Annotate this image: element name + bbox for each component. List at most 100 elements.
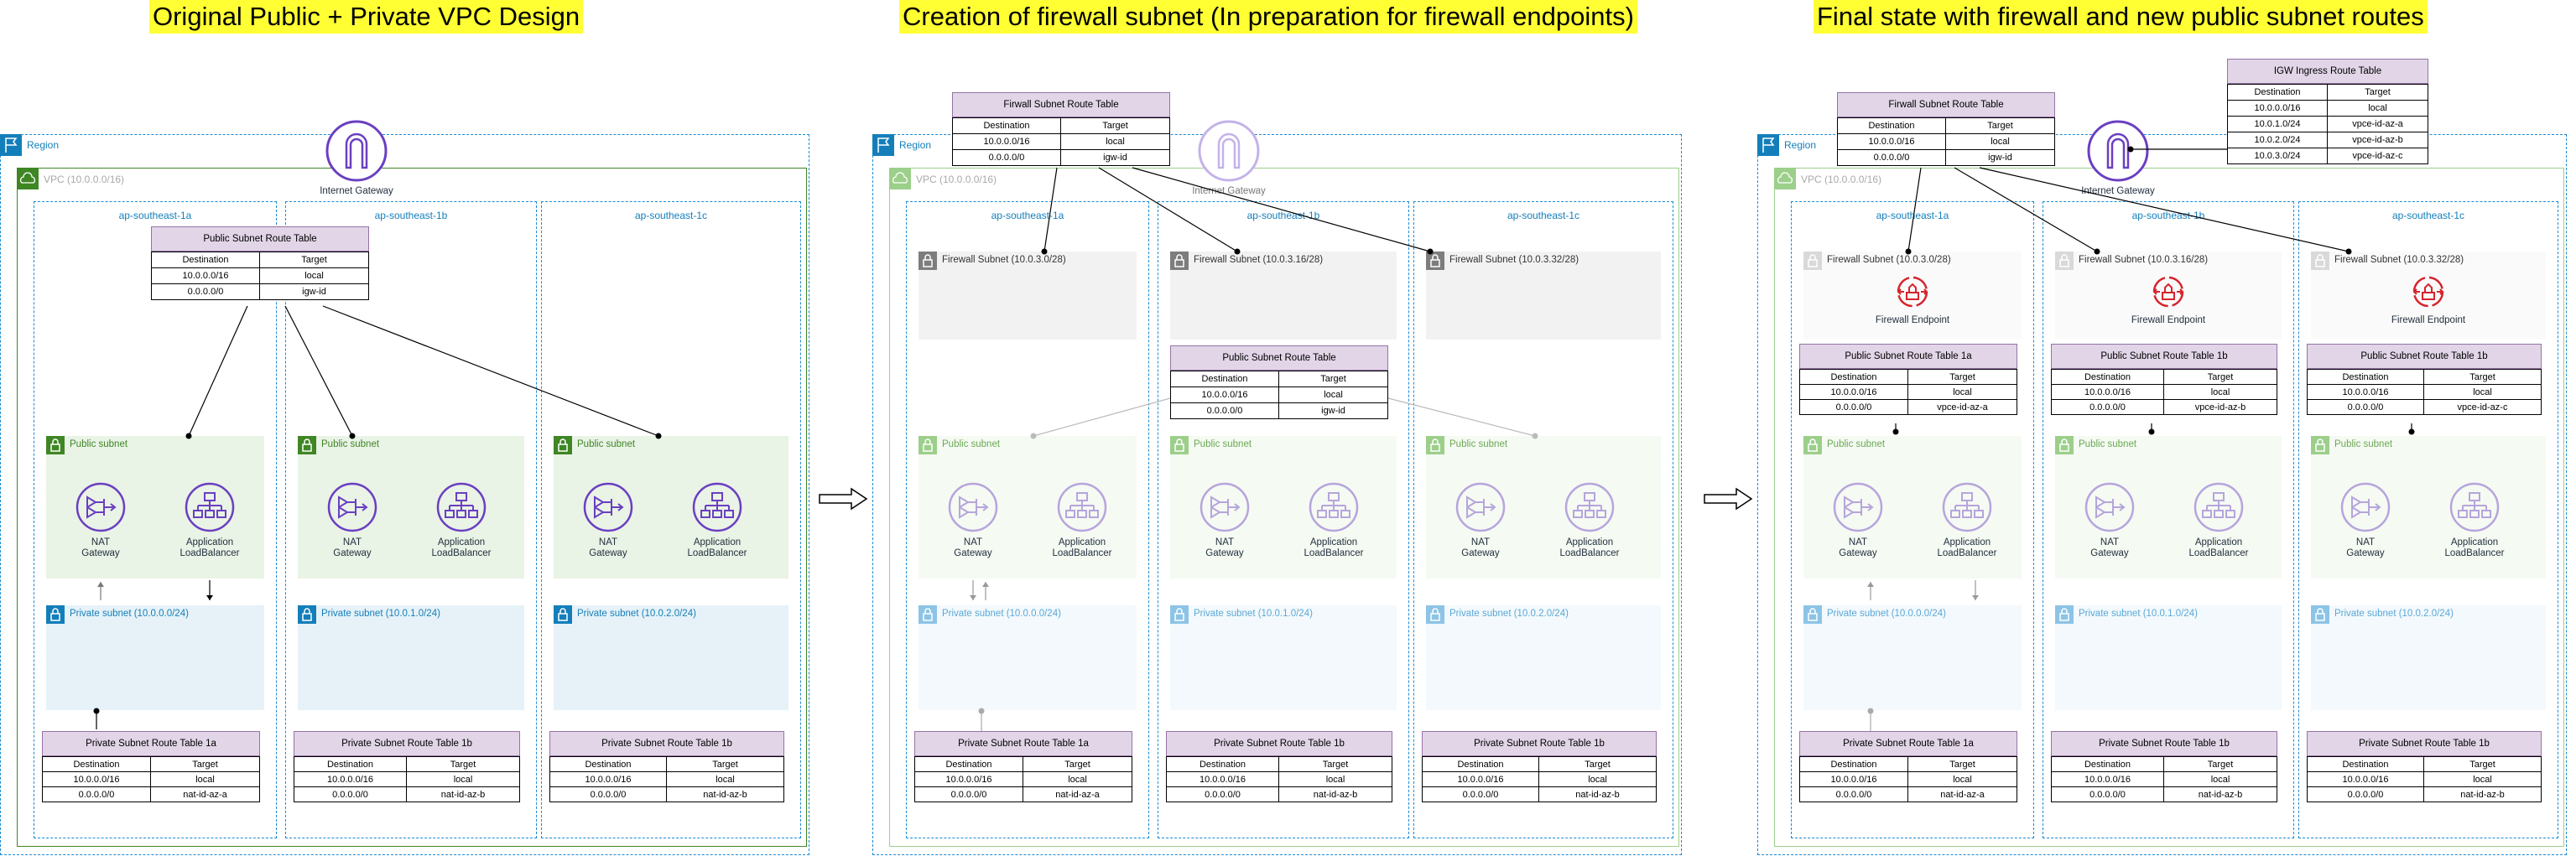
firewall-subnet-route-table-row-target: igw-id xyxy=(1060,149,1170,166)
nat-gateway-icon xyxy=(583,482,633,532)
internet-gateway-icon xyxy=(325,119,388,183)
private-subnet-route-table-title: Private Subnet Route Table 1b xyxy=(2051,731,2277,756)
private-subnet-route-table-row-destination: 0.0.0.0/0 xyxy=(1166,786,1279,802)
private-subnet-lock-icon xyxy=(298,605,316,624)
igw-ingress-route-table-row-destination: 10.0.2.0/24 xyxy=(2227,132,2328,148)
load-balancer-icon xyxy=(1942,482,1992,532)
firewall-subnet-route-table-title: Firwall Subnet Route Table xyxy=(952,92,1170,117)
private-subnet xyxy=(298,605,524,710)
region-flag-icon xyxy=(0,134,22,156)
private-subnet-route-table-title: Private Subnet Route Table 1a xyxy=(1799,731,2017,756)
public-subnet-route-table-row-target: igw-id xyxy=(1278,402,1388,419)
public-subnet-lock-icon xyxy=(919,436,937,454)
private-subnet-route-table-row-destination: 10.0.0.0/16 xyxy=(294,771,407,787)
firewall-subnet-lock-icon xyxy=(1170,252,1189,270)
public-subnet-route-table-row-destination: 0.0.0.0/0 xyxy=(1799,399,1908,415)
private-subnet xyxy=(1803,605,2022,710)
internet-gateway-label: Internet Gateway xyxy=(2081,186,2155,196)
vpc-label: VPC (10.0.0.0/16) xyxy=(1801,174,1882,185)
transition-arrow-icon xyxy=(818,487,868,511)
private-subnet-route-table-row-destination: 10.0.0.0/16 xyxy=(42,771,151,787)
private-subnet-route-table-header-target: Target xyxy=(1023,756,1132,772)
public-subnet-route-table-header-target: Target xyxy=(2163,369,2277,385)
public-subnet-lock-icon xyxy=(298,436,316,454)
public-subnet-lock-icon xyxy=(1803,436,1822,454)
public-subnet-route-table-row-target: local xyxy=(1907,384,2017,400)
private-subnet-route-table-header-target: Target xyxy=(2163,756,2277,772)
az-label: ap-southeast-1c xyxy=(1507,210,1580,221)
transition-arrow-icon xyxy=(1703,487,1753,511)
az-label: ap-southeast-1c xyxy=(2391,210,2465,221)
nat-gateway-label: NAT Gateway xyxy=(2090,537,2129,558)
firewall-endpoint-icon xyxy=(2152,275,2185,309)
firewall-endpoint-icon xyxy=(2412,275,2445,309)
nat-gateway-label: NAT Gateway xyxy=(1205,537,1244,558)
private-subnet-route-table-row-target: nat-id-az-b xyxy=(406,786,520,802)
public-subnet-label: Public subnet xyxy=(2079,439,2137,449)
private-subnet-label: Private subnet (10.0.2.0/24) xyxy=(2334,609,2454,619)
panel-title: Final state with firewall and new public… xyxy=(1814,0,2428,34)
private-subnet-route-table-header-target: Target xyxy=(1907,756,2017,772)
private-subnet-label: Private subnet (10.0.1.0/24) xyxy=(2079,609,2198,619)
firewall-subnet-lock-icon xyxy=(2311,252,2329,270)
public-subnet-label: Public subnet xyxy=(321,439,380,449)
az-label: ap-southeast-1a xyxy=(1876,210,1949,221)
igw-ingress-route-table-header-destination: Destination xyxy=(2227,84,2328,101)
az-label: ap-southeast-1a xyxy=(118,210,192,221)
region-label: Region xyxy=(899,139,932,151)
public-subnet-route-table-row-target: local xyxy=(259,267,369,284)
private-subnet-route-table-row-destination: 10.0.0.0/16 xyxy=(2051,771,2164,787)
private-subnet-route-table-row-target: nat-id-az-b xyxy=(2163,786,2277,802)
firewall-subnet-route-table-header-destination: Destination xyxy=(952,117,1061,134)
private-subnet xyxy=(919,605,1137,710)
private-subnet-route-table-title: Private Subnet Route Table 1a xyxy=(42,731,260,756)
nat-gateway-icon xyxy=(948,482,998,532)
internet-gateway-label: Internet Gateway xyxy=(1192,186,1266,196)
nat-gateway-label: NAT Gateway xyxy=(2346,537,2385,558)
public-subnet-route-table-header-target: Target xyxy=(1907,369,2017,385)
public-subnet-route-table-title: Public Subnet Route Table xyxy=(151,226,369,252)
load-balancer-label: Application LoadBalancer xyxy=(687,537,747,558)
public-subnet-route-table-row-destination: 10.0.0.0/16 xyxy=(2307,384,2424,400)
firewall-subnet-route-table-row-destination: 10.0.0.0/16 xyxy=(952,133,1061,150)
load-balancer-label: Application LoadBalancer xyxy=(1559,537,1620,558)
private-subnet-route-table-header-destination: Destination xyxy=(914,756,1023,772)
private-subnet-route-table-row-destination: 10.0.0.0/16 xyxy=(1422,771,1539,787)
private-subnet-route-table-row-destination: 0.0.0.0/0 xyxy=(294,786,407,802)
firewall-subnet-route-table-row-target: local xyxy=(1060,133,1170,150)
private-subnet-route-table-header-target: Target xyxy=(2423,756,2542,772)
private-subnet-route-table-row-destination: 0.0.0.0/0 xyxy=(1422,786,1539,802)
firewall-endpoint-label: Firewall Endpoint xyxy=(2131,315,2206,325)
public-subnet-route-table-header-destination: Destination xyxy=(2307,369,2424,385)
private-subnet-route-table-title: Private Subnet Route Table 1b xyxy=(1166,731,1392,756)
private-subnet-label: Private subnet (10.0.0.0/24) xyxy=(70,609,189,619)
public-subnet-route-table-header-destination: Destination xyxy=(2051,369,2164,385)
private-subnet xyxy=(2311,605,2546,710)
private-subnet-route-table-row-target: nat-id-az-a xyxy=(1023,786,1132,802)
nat-gateway-icon xyxy=(75,482,126,532)
private-subnet-route-table-row-destination: 0.0.0.0/0 xyxy=(2051,786,2164,802)
load-balancer-icon xyxy=(185,482,235,532)
public-subnet-route-table-row-destination: 10.0.0.0/16 xyxy=(2051,384,2164,400)
nat-gateway-icon xyxy=(2084,482,2135,532)
public-subnet-route-table-row-target: local xyxy=(2423,384,2542,400)
firewall-subnet-lock-icon xyxy=(1803,252,1822,270)
public-subnet-route-table-row-target: local xyxy=(2163,384,2277,400)
private-subnet-route-table-header-destination: Destination xyxy=(549,756,667,772)
private-subnet-route-table-title: Private Subnet Route Table 1b xyxy=(549,731,784,756)
nat-gateway-icon xyxy=(1833,482,1883,532)
vpc-cloud-icon xyxy=(17,168,39,189)
nat-gateway-label: NAT Gateway xyxy=(954,537,992,558)
igw-ingress-route-table-row-target: vpce-id-az-b xyxy=(2327,132,2428,148)
nat-gateway-icon xyxy=(1455,482,1506,532)
firewall-subnet-route-table-header-target: Target xyxy=(1060,117,1170,134)
nat-gateway-label: NAT Gateway xyxy=(81,537,120,558)
public-subnet-route-table-row-destination: 0.0.0.0/0 xyxy=(2307,399,2424,415)
vpc-label: VPC (10.0.0.0/16) xyxy=(44,174,125,185)
firewall-subnet-route-table-row-destination: 0.0.0.0/0 xyxy=(1837,149,1946,166)
private-subnet-route-table-header-target: Target xyxy=(150,756,260,772)
private-subnet-route-table-row-target: nat-id-az-a xyxy=(1907,786,2017,802)
firewall-subnet-label: Firewall Subnet (10.0.3.32/28) xyxy=(1449,255,1579,265)
public-subnet-lock-icon xyxy=(1170,436,1189,454)
public-subnet-route-table-row-destination: 0.0.0.0/0 xyxy=(151,283,260,300)
